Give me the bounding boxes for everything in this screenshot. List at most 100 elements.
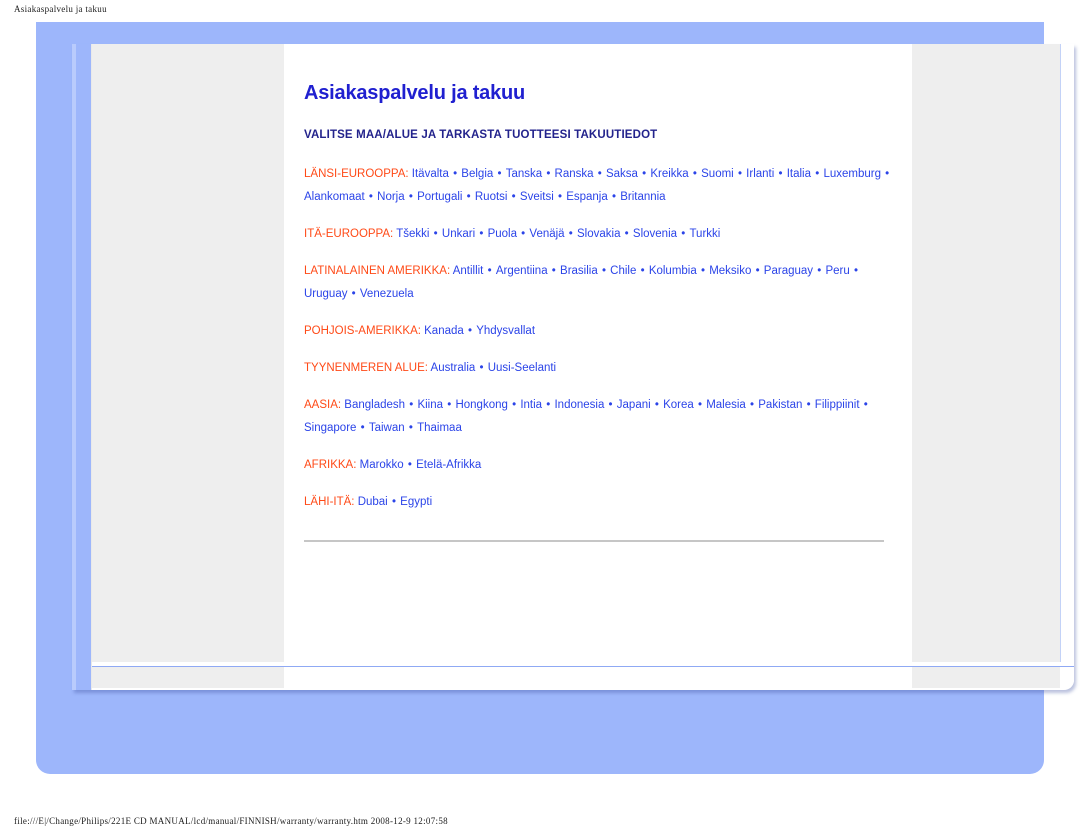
country-link[interactable]: Suomi: [701, 168, 734, 180]
country-link[interactable]: Belgia: [461, 168, 493, 180]
country-link[interactable]: Meksiko: [709, 265, 751, 277]
country-link[interactable]: Ranska: [555, 168, 594, 180]
country-link[interactable]: Singapore: [304, 422, 356, 434]
country-link[interactable]: Irlanti: [746, 168, 774, 180]
country-link[interactable]: Alankomaat: [304, 191, 365, 203]
country-separator: •: [543, 168, 554, 180]
country-link[interactable]: Taiwan: [369, 422, 405, 434]
country-link[interactable]: Japani: [617, 399, 651, 411]
country-link[interactable]: Norja: [377, 191, 404, 203]
country-link[interactable]: Etelä-Afrikka: [416, 459, 481, 471]
country-link[interactable]: Luxemburg: [823, 168, 881, 180]
country-separator: •: [605, 399, 616, 411]
country-link[interactable]: Egypti: [400, 496, 432, 508]
country-link[interactable]: Turkki: [689, 228, 720, 240]
country-separator: •: [405, 422, 417, 434]
country-separator: •: [357, 422, 368, 434]
region-label: ITÄ-EUROOPPA:: [304, 228, 394, 240]
country-separator: •: [463, 191, 474, 203]
region-list: LÄNSI-EUROOPPA: Itävalta • Belgia • Tans…: [304, 163, 904, 514]
country-link[interactable]: Portugali: [417, 191, 462, 203]
country-link[interactable]: Australia: [431, 362, 476, 374]
country-link[interactable]: Puola: [488, 228, 517, 240]
country-link[interactable]: Venäjä: [529, 228, 564, 240]
country-link[interactable]: Kanada: [424, 325, 464, 337]
bottom-right-strip: [912, 667, 1060, 688]
country-link[interactable]: Brasilia: [560, 265, 598, 277]
app-canvas: Asiakaspalvelu ja takuu VALITSE MAA/ALUE…: [36, 22, 1074, 774]
country-separator: •: [881, 168, 890, 180]
country-link[interactable]: Korea: [663, 399, 694, 411]
country-link[interactable]: Kiina: [417, 399, 443, 411]
country-link[interactable]: Kolumbia: [649, 265, 697, 277]
region-label: LÄHI-ITÄ:: [304, 496, 355, 508]
country-link[interactable]: Uruguay: [304, 288, 347, 300]
country-link[interactable]: Italia: [787, 168, 811, 180]
country-separator: •: [651, 399, 663, 411]
right-panel-divider: [1060, 44, 1061, 662]
print-header-title: Asiakaspalvelu ja takuu: [14, 4, 107, 14]
country-separator: •: [850, 265, 858, 277]
print-footer-url: file:///E|/Change/Philips/221E CD MANUAL…: [14, 816, 448, 826]
country-separator: •: [621, 228, 632, 240]
country-link[interactable]: Britannia: [620, 191, 665, 203]
content-window: Asiakaspalvelu ja takuu VALITSE MAA/ALUE…: [72, 44, 1074, 690]
country-separator: •: [803, 399, 814, 411]
country-link[interactable]: Slovenia: [633, 228, 677, 240]
country-separator: •: [494, 168, 505, 180]
country-separator: •: [694, 399, 706, 411]
country-link[interactable]: Sveitsi: [520, 191, 554, 203]
country-link[interactable]: Slovakia: [577, 228, 620, 240]
country-link[interactable]: Venezuela: [360, 288, 414, 300]
country-separator: •: [348, 288, 359, 300]
country-link[interactable]: Espanja: [566, 191, 608, 203]
region-block: TYYNENMEREN ALUE: Australia • Uusi-Seela…: [304, 357, 904, 380]
country-link[interactable]: Hongkong: [455, 399, 507, 411]
country-link[interactable]: Ruotsi: [475, 191, 508, 203]
page-subtitle: VALITSE MAA/ALUE JA TARKASTA TUOTTEESI T…: [304, 129, 658, 141]
country-link[interactable]: Peru: [825, 265, 849, 277]
country-link[interactable]: Dubai: [358, 496, 388, 508]
country-separator: •: [638, 168, 650, 180]
document-content: Asiakaspalvelu ja takuu VALITSE MAA/ALUE…: [304, 82, 904, 543]
country-separator: •: [554, 191, 566, 203]
country-link[interactable]: Filippiinit: [815, 399, 860, 411]
country-link[interactable]: Malesia: [706, 399, 746, 411]
region-label: LATINALAINEN AMERIKKA:: [304, 265, 451, 277]
region-block: AFRIKKA: Marokko • Etelä-Afrikka: [304, 454, 904, 477]
country-separator: •: [697, 265, 709, 277]
printed-page: Asiakaspalvelu ja takuu Asiakaspalvelu j…: [0, 0, 1080, 834]
country-link[interactable]: Marokko: [360, 459, 404, 471]
region-label: POHJOIS-AMERIKKA:: [304, 325, 421, 337]
country-link[interactable]: Uusi-Seelanti: [488, 362, 556, 374]
country-separator: •: [746, 399, 758, 411]
country-link[interactable]: Pakistan: [758, 399, 802, 411]
country-separator: •: [508, 191, 519, 203]
country-link[interactable]: Indonesia: [554, 399, 604, 411]
country-link[interactable]: Tanska: [506, 168, 542, 180]
country-separator: •: [517, 228, 529, 240]
country-separator: •: [812, 168, 823, 180]
country-separator: •: [406, 399, 417, 411]
country-separator: •: [678, 228, 689, 240]
country-link[interactable]: Tšekki: [396, 228, 429, 240]
country-link[interactable]: Argentiina: [496, 265, 548, 277]
country-link[interactable]: Yhdysvallat: [476, 325, 535, 337]
country-link[interactable]: Antillit: [453, 265, 484, 277]
country-link[interactable]: Itävalta: [412, 168, 449, 180]
country-link[interactable]: Paraguay: [764, 265, 813, 277]
country-link[interactable]: Intia: [520, 399, 542, 411]
country-link[interactable]: Saksa: [606, 168, 638, 180]
country-separator: •: [565, 228, 577, 240]
country-separator: •: [365, 191, 377, 203]
country-separator: •: [464, 325, 476, 337]
country-link[interactable]: Unkari: [442, 228, 475, 240]
country-link[interactable]: Chile: [610, 265, 636, 277]
country-link[interactable]: Kreikka: [650, 168, 688, 180]
country-separator: •: [405, 191, 417, 203]
country-separator: •: [734, 168, 746, 180]
country-link[interactable]: Thaimaa: [417, 422, 462, 434]
region-block: AASIA: Bangladesh • Kiina • Hongkong • I…: [304, 394, 904, 440]
region-block: ITÄ-EUROOPPA: Tšekki • Unkari • Puola • …: [304, 223, 904, 246]
country-link[interactable]: Bangladesh: [344, 399, 405, 411]
